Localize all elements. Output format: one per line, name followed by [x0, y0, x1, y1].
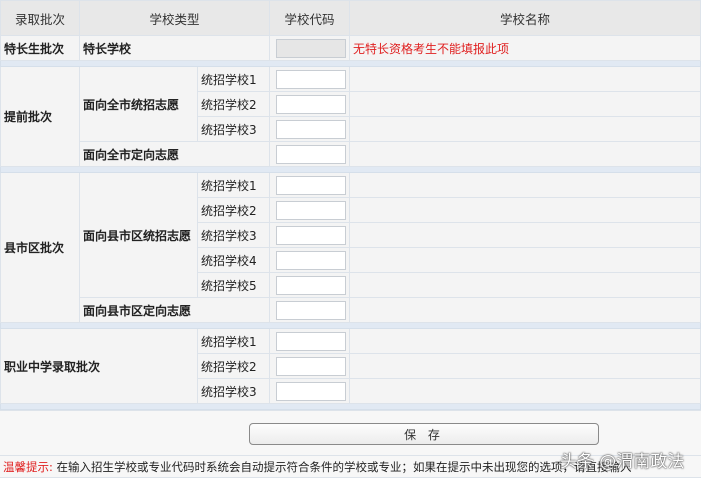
county-code-input-4[interactable] [276, 250, 347, 270]
watermark: 头条 @渭南政法 [560, 452, 685, 472]
school-name-cell [349, 222, 701, 248]
vocational-code-input-3[interactable] [276, 381, 347, 401]
early-code-input-2[interactable] [276, 94, 347, 114]
school-name-cell [349, 197, 701, 223]
county-code-input-3[interactable] [276, 225, 347, 245]
county-code-input-2[interactable] [276, 200, 347, 220]
tip-label: 温馨提示: [3, 460, 53, 474]
school-name-cell [349, 272, 701, 298]
special-code-input [276, 38, 347, 58]
school-name-cell [349, 328, 701, 354]
header-row: 录取批次 学校类型 学校代码 学校名称 [0, 0, 701, 36]
county-batch: 县市区批次 [0, 172, 80, 323]
header-school-code: 学校代码 [269, 0, 351, 36]
special-row: 特长生批次 特长学校 无特长资格考生不能填报此项 [0, 35, 701, 61]
vocational-code-input-1[interactable] [276, 331, 347, 351]
school-name-cell [349, 297, 701, 323]
early-item-label: 统招学校1 [196, 66, 271, 92]
school-name-cell [349, 247, 701, 273]
vocational-item-label: 统招学校2 [196, 353, 271, 379]
early-directed-code-input[interactable] [276, 144, 347, 164]
early-group-unified: 面向全市统招志愿 [79, 66, 198, 142]
school-name-cell [349, 91, 701, 117]
county-item-label: 统招学校4 [196, 247, 271, 273]
vocational-item-label: 统招学校3 [196, 378, 271, 404]
early-batch: 提前批次 [0, 66, 80, 167]
tip-text: 在输入招生学校或专业代码时系统会自动提示符合条件的学校或专业；如果在提示中未出现… [56, 460, 632, 474]
vocational-item-label: 统招学校1 [196, 328, 271, 354]
county-directed-code-input[interactable] [276, 300, 347, 320]
early-item-label: 统招学校3 [196, 116, 271, 142]
county-item-label: 统招学校5 [196, 272, 271, 298]
header-school-name: 学校名称 [349, 0, 701, 36]
early-code-input-3[interactable] [276, 119, 347, 139]
county-item-label: 统招学校1 [196, 172, 271, 198]
special-type: 特长学校 [78, 35, 271, 61]
county-item-label: 统招学校3 [196, 222, 271, 248]
early-item-label: 统招学校2 [196, 91, 271, 117]
school-name-cell [349, 353, 701, 379]
school-name-cell [349, 378, 701, 404]
school-name-cell [349, 172, 701, 198]
county-code-input-5[interactable] [276, 275, 347, 295]
school-name-cell [349, 66, 701, 92]
header-school-type: 学校类型 [78, 0, 271, 36]
divider [0, 403, 701, 410]
header-batch: 录取批次 [0, 0, 80, 36]
early-group-directed: 面向全市定向志愿 [78, 141, 271, 167]
save-button[interactable]: 保 存 [249, 423, 599, 445]
county-group-directed: 面向县市区定向志愿 [78, 297, 271, 323]
early-code-input-1[interactable] [276, 69, 347, 89]
county-group-unified: 面向县市区统招志愿 [79, 172, 198, 298]
county-item-label: 统招学校2 [196, 197, 271, 223]
special-batch: 特长生批次 [0, 35, 80, 61]
special-note: 无特长资格考生不能填报此项 [349, 35, 701, 61]
school-name-cell [349, 141, 701, 167]
county-code-input-1[interactable] [276, 175, 347, 195]
school-name-cell [349, 116, 701, 142]
volunteer-form-table: 录取批次 学校类型 学校代码 学校名称 特长生批次 特长学校 无特长资格考生不能… [0, 0, 701, 410]
vocational-batch: 职业中学录取批次 [0, 328, 198, 404]
vocational-code-input-2[interactable] [276, 356, 347, 376]
